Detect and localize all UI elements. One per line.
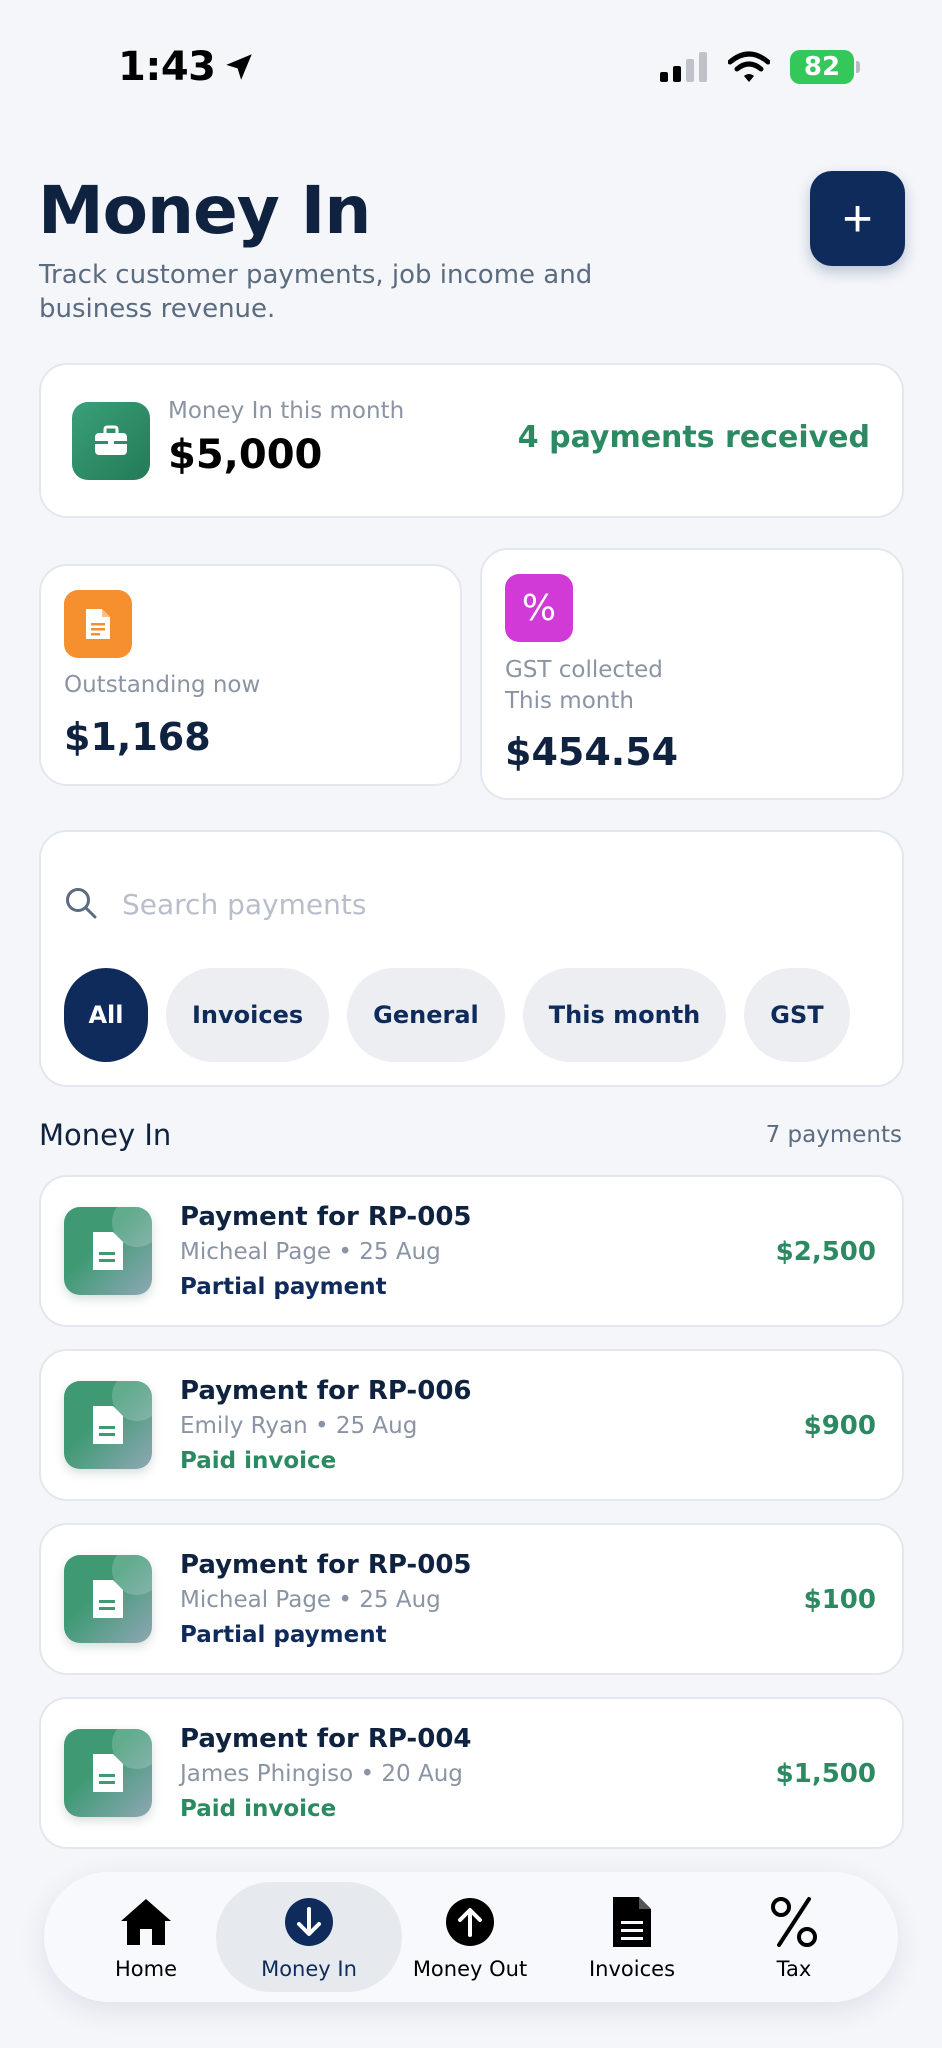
filter-chip-all[interactable]: All: [64, 968, 148, 1062]
nav-money-out[interactable]: Money Out: [402, 1882, 538, 1992]
page-title: Money In: [38, 172, 371, 249]
summary-label: Money In this month: [168, 398, 405, 424]
outstanding-value: $1,168: [64, 715, 211, 759]
search-input[interactable]: [122, 876, 862, 932]
page-subtitle: Track customer payments, job income and …: [39, 260, 593, 324]
payment-date: 25 Aug: [359, 1239, 441, 1265]
battery-level: 82: [803, 52, 841, 82]
payment-meta: Micheal Page • 25 Aug: [180, 1239, 441, 1265]
payment-status: Partial payment: [180, 1274, 387, 1300]
payment-status: Partial payment: [180, 1622, 387, 1648]
list-title: Money In: [39, 1118, 172, 1152]
outstanding-label: Outstanding now: [64, 672, 261, 698]
filter-chip-this-month[interactable]: This month: [522, 968, 727, 1062]
payment-row[interactable]: [39, 1697, 904, 1849]
briefcase-icon: [95, 425, 127, 455]
gst-label: GST collected: [505, 657, 663, 683]
payment-row-icon: [64, 1729, 152, 1817]
payment-meta: James Phingiso • 20 Aug: [180, 1761, 463, 1787]
arrow-up-circle-icon: [446, 1898, 494, 1946]
payment-count: 7 payments: [765, 1122, 902, 1148]
document-icon: [93, 1232, 123, 1270]
nav-money-out-label: Money Out: [412, 1957, 528, 1981]
filter-chips: All Invoices General This month GST: [64, 968, 850, 1062]
payment-title: Payment for RP-005: [180, 1202, 472, 1232]
gst-period-label: This month: [505, 688, 634, 714]
payments-received-badge: 4 payments received: [517, 420, 870, 455]
payment-customer: Micheal Page: [180, 1239, 332, 1265]
payment-amount: $2,500: [775, 1237, 876, 1267]
nav-money-in[interactable]: Money In: [216, 1882, 402, 1992]
payment-amount: $900: [803, 1411, 876, 1441]
gst-value: $454.54: [505, 730, 679, 774]
wifi-icon: [728, 51, 770, 82]
payment-amount: $1,500: [775, 1759, 876, 1789]
document-icon: [613, 1897, 651, 1947]
nav-money-in-label: Money In: [261, 1957, 357, 1981]
payment-row-icon: [64, 1381, 152, 1469]
payment-row-icon: [64, 1207, 152, 1295]
summary-value: $5,000: [168, 432, 323, 478]
arrow-down-circle-icon: [285, 1898, 333, 1946]
payment-meta: Micheal Page • 25 Aug: [180, 1587, 441, 1613]
payment-customer: Emily Ryan: [180, 1413, 308, 1439]
filter-chip-invoices[interactable]: Invoices: [166, 968, 330, 1062]
gst-icon-tile: %: [505, 574, 573, 642]
payment-status: Paid invoice: [180, 1796, 337, 1822]
home-icon: [121, 1899, 171, 1945]
summary-icon-tile: [72, 402, 150, 480]
payment-date: 25 Aug: [335, 1413, 418, 1439]
search-icon: [66, 888, 97, 919]
payment-customer: James Phingiso: [180, 1761, 354, 1787]
nav-home[interactable]: Home: [76, 1882, 216, 1992]
nav-tax-label: Tax: [776, 1957, 812, 1981]
payment-title: Payment for RP-005: [180, 1550, 472, 1580]
add-payment-button[interactable]: +: [810, 171, 905, 266]
document-icon: [86, 609, 110, 639]
payment-meta: Emily Ryan • 25 Aug: [180, 1413, 418, 1439]
payment-title: Payment for RP-004: [180, 1724, 472, 1754]
filter-chip-gst[interactable]: GST: [744, 968, 850, 1062]
document-icon: [93, 1580, 123, 1618]
payment-title: Payment for RP-006: [180, 1376, 472, 1406]
status-time: 1:43: [118, 44, 256, 90]
location-arrow-icon: [225, 54, 252, 80]
document-icon: [93, 1406, 123, 1444]
payment-amount: $100: [803, 1585, 876, 1615]
time-text: 1:43: [118, 44, 216, 90]
payment-row[interactable]: [39, 1523, 904, 1675]
payment-customer: Micheal Page: [180, 1587, 332, 1613]
payment-row[interactable]: [39, 1175, 904, 1327]
percent-icon: [771, 1897, 817, 1947]
nav-invoices[interactable]: Invoices: [562, 1882, 702, 1992]
cellular-signal-icon: [660, 52, 707, 82]
percent-icon: %: [521, 587, 557, 629]
nav-tax[interactable]: Tax: [724, 1882, 864, 1992]
outstanding-icon-tile: [64, 590, 132, 658]
payment-date: 20 Aug: [381, 1761, 463, 1787]
document-icon: [93, 1754, 123, 1792]
nav-invoices-label: Invoices: [588, 1957, 676, 1981]
payment-status: Paid invoice: [180, 1448, 337, 1474]
payment-row[interactable]: [39, 1349, 904, 1501]
payment-date: 25 Aug: [359, 1587, 441, 1613]
filter-chip-general[interactable]: General: [347, 968, 505, 1062]
status-indicators: 82: [660, 50, 860, 84]
payment-row-icon: [64, 1555, 152, 1643]
nav-home-label: Home: [114, 1957, 177, 1981]
battery-indicator: 82: [790, 50, 860, 84]
